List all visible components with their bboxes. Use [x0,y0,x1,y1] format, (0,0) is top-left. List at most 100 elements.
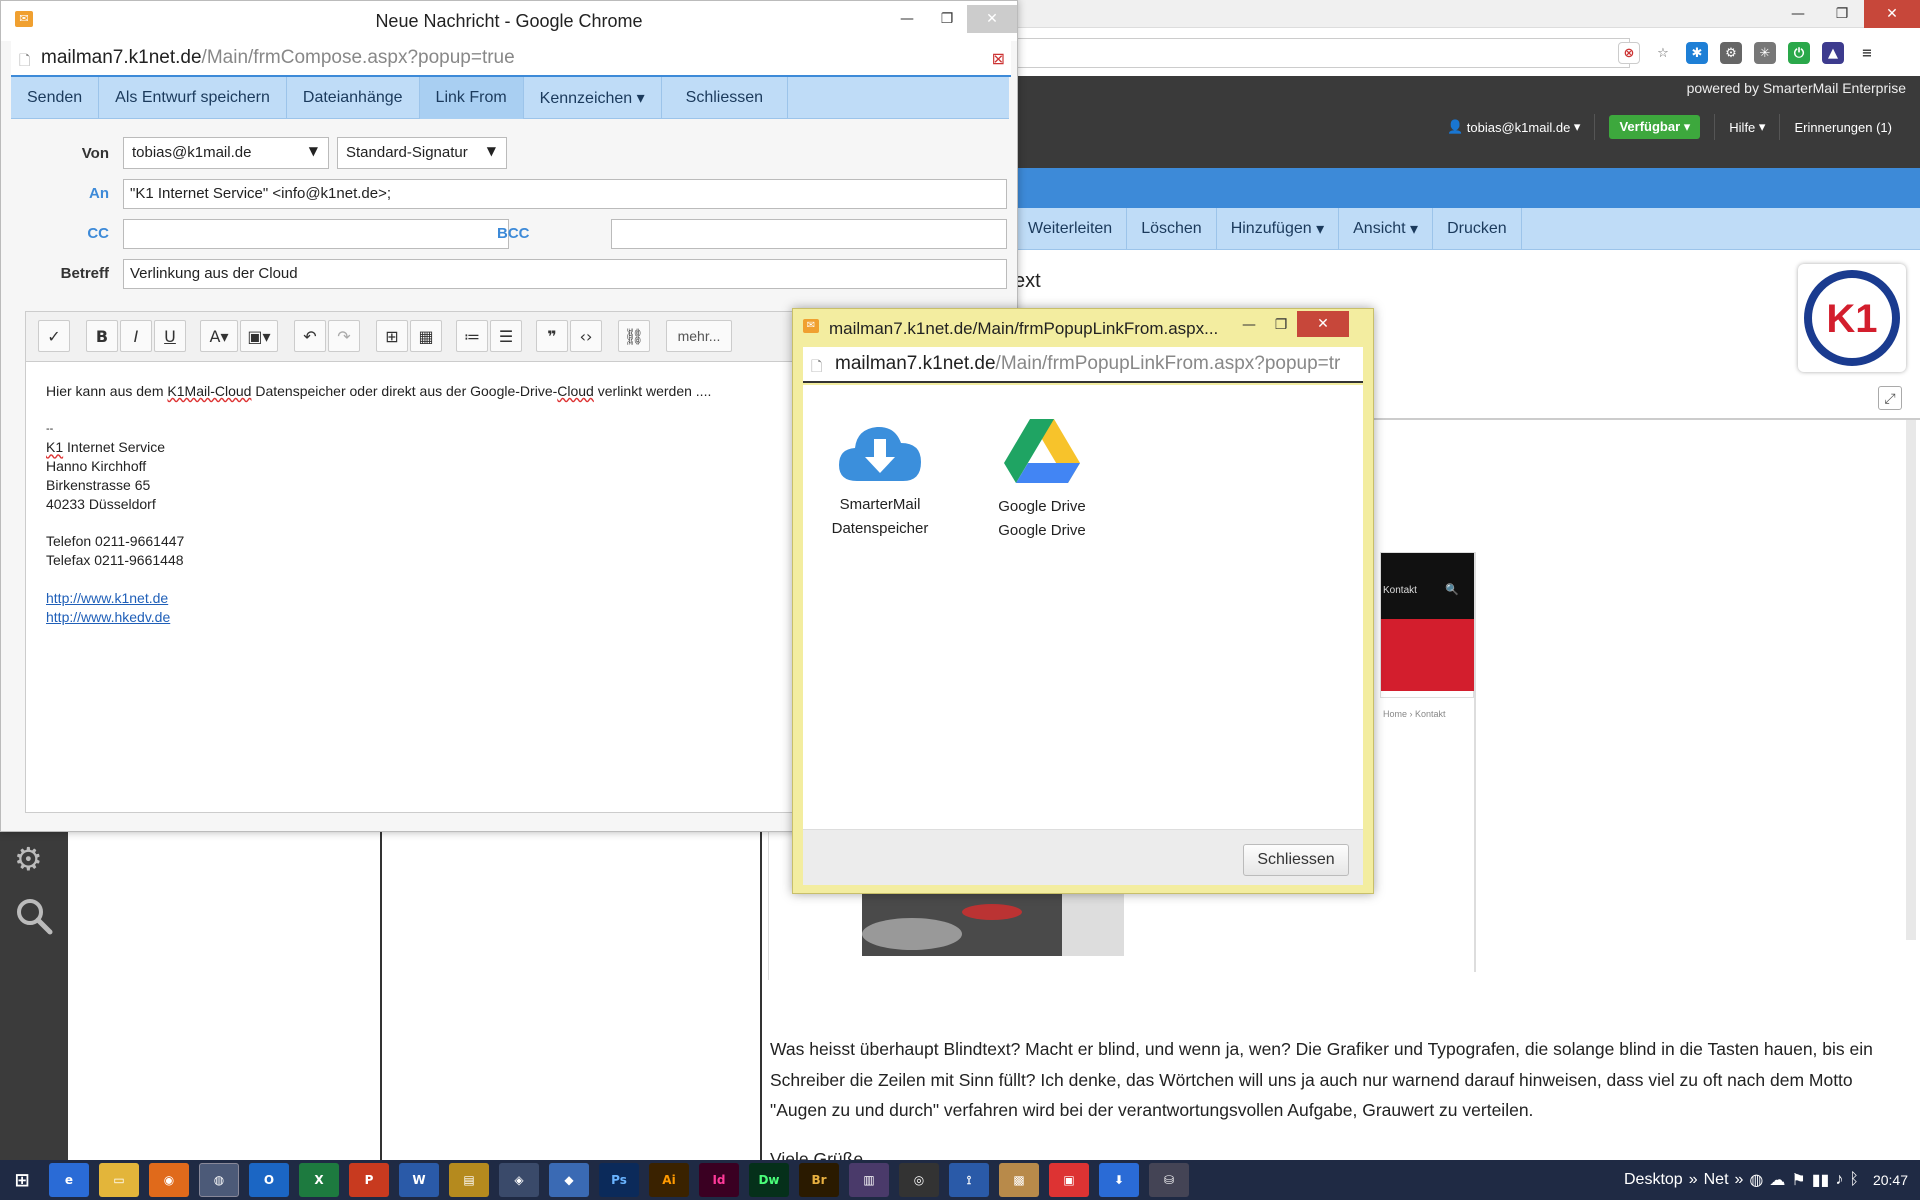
popup-blocked-icon[interactable]: ⊠ [992,49,1005,69]
background-color-icon[interactable]: ▣▾ [240,320,278,352]
attachments-button[interactable]: Dateianhänge [287,77,420,119]
link-icon[interactable]: ⛓ [618,320,650,352]
link-from-button[interactable]: Link From [419,77,524,119]
net-toolbar[interactable]: Net [1704,1171,1729,1189]
chrome-icon[interactable]: ◍ [199,1163,239,1197]
close-button[interactable]: ✕ [1864,0,1920,28]
popup-close-button[interactable]: ✕ [1297,311,1349,337]
close-compose-button[interactable]: Schliessen [662,77,789,119]
signature-select[interactable]: Standard-Signatur ▼ [337,137,507,169]
tray-flag-icon[interactable]: ⚑ [1791,1170,1805,1190]
help-menu[interactable]: Hilfe ▾ [1715,114,1781,140]
more-button[interactable]: mehr... [666,320,732,352]
star-icon[interactable]: ☆ [1652,42,1674,64]
extension-chart-icon[interactable]: ▲ [1822,42,1844,64]
app-icon-9[interactable]: ⬇ [1099,1163,1139,1197]
compose-minimize-button[interactable]: — [887,5,927,33]
unordered-list-icon[interactable]: ☰ [490,320,522,352]
app-icon-10[interactable]: ⛁ [1149,1163,1189,1197]
signature-link-k1net[interactable]: http://www.k1net.de [46,590,168,606]
popup-minimize-button[interactable]: — [1233,311,1265,339]
ordered-list-icon[interactable]: ≔ [456,320,488,352]
view-button[interactable]: Ansicht ▾ [1339,208,1434,250]
spellcheck-icon[interactable]: ✓ [38,320,70,352]
minimize-button[interactable]: — [1776,0,1820,28]
extension-bug-icon[interactable]: ✳ [1754,42,1776,64]
app-icon-8[interactable]: ▣ [1049,1163,1089,1197]
extension-gear-icon[interactable]: ⚙ [1720,42,1742,64]
tray-network-icon[interactable]: ▮▮ [1812,1170,1830,1190]
settings-icon[interactable]: ⚙ [14,840,43,878]
to-field[interactable]: "K1 Internet Service" <info@k1net.de>; [123,179,1007,209]
compose-address-bar[interactable]: 🗋 mailman7.k1net.de/Main/frmCompose.aspx… [11,41,1011,77]
bcc-field[interactable] [611,219,1007,249]
outlook-icon[interactable]: O [249,1163,289,1197]
background-address-bar[interactable] [1010,38,1630,68]
code-icon[interactable]: ‹› [570,320,602,352]
to-label[interactable]: An [11,185,109,202]
bridge-icon[interactable]: Br [799,1163,839,1197]
popup-maximize-button[interactable]: ❐ [1265,311,1297,339]
compose-close-button[interactable]: ✕ [967,5,1017,33]
compose-maximize-button[interactable]: ❐ [927,5,967,33]
print-button[interactable]: Drucken [1433,208,1522,250]
tray-globe-icon[interactable]: ◍ [1749,1170,1763,1190]
popup-close-footer-button[interactable]: Schliessen [1243,844,1349,876]
underline-icon[interactable]: U [154,320,186,352]
font-color-icon[interactable]: A▾ [200,320,238,352]
clock[interactable]: 20:47 [1873,1172,1908,1188]
status-menu[interactable]: Verfügbar ▾ [1595,114,1716,140]
app-icon-7[interactable]: ▩ [999,1163,1039,1197]
search-icon[interactable] [12,894,56,938]
start-icon[interactable]: ⊞ [5,1163,39,1197]
powerpoint-icon[interactable]: P [349,1163,389,1197]
dreamweaver-icon[interactable]: Dw [749,1163,789,1197]
app-icon-6[interactable]: ⟟ [949,1163,989,1197]
insert-image-icon[interactable]: ▦ [410,320,442,352]
firefox-icon[interactable]: ◉ [149,1163,189,1197]
subject-field[interactable]: Verlinkung aus der Cloud [123,259,1007,289]
maximize-button[interactable]: ❐ [1820,0,1864,28]
word-icon[interactable]: W [399,1163,439,1197]
app-icon-2[interactable]: ◈ [499,1163,539,1197]
italic-icon[interactable]: I [120,320,152,352]
app-icon-5[interactable]: ◎ [899,1163,939,1197]
tray-volume-icon[interactable]: ♪ [1835,1171,1843,1189]
bold-icon[interactable]: B [86,320,118,352]
redo-icon[interactable]: ↷ [328,320,360,352]
add-button[interactable]: Hinzufügen ▾ [1217,208,1340,250]
delete-button[interactable]: Löschen [1127,208,1217,250]
illustrator-icon[interactable]: Ai [649,1163,689,1197]
app-icon-1[interactable]: ▤ [449,1163,489,1197]
google-drive-tile[interactable]: Google Drive Google Drive [977,417,1107,543]
editor-body[interactable]: Hier kann aus dem K1Mail-Cloud Datenspei… [46,382,806,626]
forward-button[interactable]: Weiterleiten [1016,208,1128,250]
send-button[interactable]: Senden [11,77,100,119]
stop-icon[interactable]: ⊗ [1618,42,1640,64]
expand-icon[interactable]: ⤢ [1878,386,1902,410]
extension-blue-icon[interactable]: ✱ [1686,42,1708,64]
cc-field[interactable] [123,219,509,249]
quote-icon[interactable]: ❞ [536,320,568,352]
preview-scrollbar[interactable] [1906,420,1916,940]
ie-icon[interactable]: e [49,1163,89,1197]
reminders-link[interactable]: Erinnerungen (1) [1780,114,1906,140]
extension-power-icon[interactable]: ⏻ [1788,42,1810,64]
popup-address-bar[interactable]: 🗋 mailman7.k1net.de/Main/frmPopupLinkFro… [803,347,1363,383]
undo-icon[interactable]: ↶ [294,320,326,352]
status-badge[interactable]: Verfügbar ▾ [1609,115,1701,139]
menu-icon[interactable]: ≡ [1856,42,1878,64]
indesign-icon[interactable]: Id [699,1163,739,1197]
tray-cloud-icon[interactable]: ☁ [1769,1170,1785,1190]
excel-icon[interactable]: X [299,1163,339,1197]
user-menu[interactable]: 👤 tobias@k1mail.de ▾ [1433,114,1596,140]
save-draft-button[interactable]: Als Entwurf speichern [99,77,287,119]
tray-bluetooth-icon[interactable]: ᛒ [1849,1171,1859,1189]
from-select[interactable]: tobias@k1mail.de ▼ [123,137,329,169]
smartermail-storage-tile[interactable]: SmarterMail Datenspeicher [815,417,945,541]
desktop-toolbar[interactable]: Desktop [1624,1171,1683,1189]
app-icon-3[interactable]: ◆ [549,1163,589,1197]
app-icon-4[interactable]: ▥ [849,1163,889,1197]
insert-file-icon[interactable]: ⊞ [376,320,408,352]
cc-label[interactable]: CC [11,225,109,242]
